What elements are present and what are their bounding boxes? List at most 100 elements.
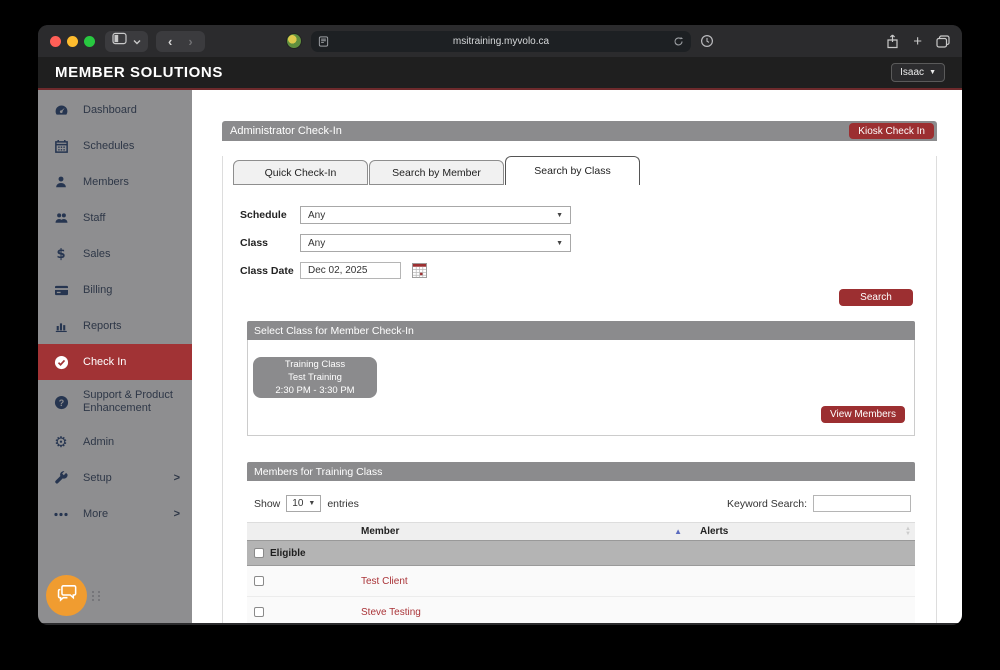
sidebar-item-label: Support & Product Enhancement <box>83 389 173 414</box>
sidebar: Dashboard Schedules Members Staff $ Sale… <box>38 90 192 623</box>
wrench-icon <box>53 471 69 485</box>
sidebar-item-check-in[interactable]: Check In <box>38 344 192 380</box>
search-button[interactable]: Search <box>839 289 913 306</box>
sidebar-item-billing[interactable]: Billing <box>38 272 192 308</box>
section-title: Select Class for Member Check-In <box>254 324 414 337</box>
chat-drag-handle[interactable] <box>92 591 104 603</box>
sort-ascending-icon[interactable]: ▲ <box>674 527 682 536</box>
tab-overview-icon[interactable] <box>936 34 950 48</box>
class-card-time: 2:30 PM - 3:30 PM <box>275 385 355 396</box>
select-class-section: Select Class for Member Check-In Trainin… <box>247 321 915 436</box>
sort-idle-icon[interactable]: ▲ ▼ <box>905 526 911 537</box>
chat-widget-button[interactable] <box>46 575 87 616</box>
credit-card-icon <box>53 284 69 297</box>
row-checkbox[interactable] <box>254 576 264 586</box>
schedule-select-value: Any <box>308 209 326 221</box>
member-name-link[interactable]: Test Client <box>361 576 408 587</box>
sidebar-item-support[interactable]: ? Support & Product Enhancement <box>38 380 192 424</box>
sidebar-item-reports[interactable]: Reports <box>38 308 192 344</box>
minimize-window-button[interactable] <box>67 35 78 47</box>
sidebar-item-more[interactable]: More > <box>38 496 192 532</box>
check-circle-icon <box>53 355 69 370</box>
sidebar-toggle-icon <box>112 32 127 50</box>
chat-bubble-icon <box>57 584 77 607</box>
checkin-tabs: Quick Check-In Search by Member Search b… <box>233 156 936 185</box>
back-button[interactable]: ‹ <box>163 34 177 49</box>
table-controls: Show 10 ▼ entries Keyword Search: <box>247 481 915 522</box>
sidebar-item-label: Sales <box>83 248 111 260</box>
member-column-header[interactable]: Member <box>361 526 399 537</box>
keyword-search-input[interactable] <box>813 495 911 512</box>
ellipsis-icon <box>53 512 69 517</box>
calendar-picker-icon[interactable] <box>412 263 427 278</box>
sidebar-item-staff[interactable]: Staff <box>38 200 192 236</box>
eligible-group-checkbox[interactable] <box>254 548 264 558</box>
chevron-down-icon: ▼ <box>556 211 563 219</box>
app-header: MEMBER SOLUTIONS Isaac ▼ <box>38 57 962 90</box>
user-name: Isaac <box>900 67 925 78</box>
chevron-right-icon: > <box>173 472 180 484</box>
chevron-down-icon: ▼ <box>308 500 316 507</box>
members-section: Members for Training Class Show 10 ▼ ent… <box>247 462 915 623</box>
admin-checkin-panel: Administrator Check-In Kiosk Check In Qu… <box>222 121 937 623</box>
close-window-button[interactable] <box>50 35 61 47</box>
sidebar-item-label: Setup <box>83 472 112 484</box>
main-content: Administrator Check-In Kiosk Check In Qu… <box>192 90 962 623</box>
sidebar-item-sales[interactable]: $ Sales <box>38 236 192 272</box>
new-tab-icon[interactable]: + <box>913 34 922 49</box>
sidebar-item-label: Staff <box>83 212 106 224</box>
sidebar-item-admin[interactable]: ⚙ Admin <box>38 424 192 460</box>
class-label: Class <box>240 237 269 249</box>
table-row: Test Client <box>247 566 915 597</box>
member-icon <box>53 175 69 189</box>
table-header-row: Member ▲ Alerts ▲ ▼ <box>247 522 915 541</box>
chevron-right-icon: > <box>173 508 180 520</box>
address-bar[interactable]: msitraining.myvolo.ca <box>311 30 691 52</box>
schedule-select[interactable]: Any ▼ <box>300 206 571 224</box>
view-members-button[interactable]: View Members <box>821 406 905 423</box>
user-menu-button[interactable]: Isaac ▼ <box>891 63 945 82</box>
sidebar-item-schedules[interactable]: Schedules <box>38 128 192 164</box>
panel-header: Administrator Check-In Kiosk Check In <box>222 121 937 141</box>
browser-toolbar: ‹ › msitraining.myvolo.ca + <box>38 25 962 57</box>
dollar-icon: $ <box>56 246 66 262</box>
tab-search-by-class[interactable]: Search by Class <box>505 156 640 185</box>
staff-icon <box>53 211 69 225</box>
reload-icon[interactable] <box>673 36 684 47</box>
browser-window: ‹ › msitraining.myvolo.ca + MEMBER SOLUT… <box>38 25 962 625</box>
member-name-link[interactable]: Steve Testing <box>361 607 421 618</box>
select-class-section-header: Select Class for Member Check-In <box>247 321 915 340</box>
brand-logo: MEMBER SOLUTIONS <box>55 64 223 81</box>
share-icon[interactable] <box>886 34 899 49</box>
class-select-value: Any <box>308 237 326 249</box>
zoom-window-button[interactable] <box>84 35 95 47</box>
tab-quick-check-in[interactable]: Quick Check-In <box>233 160 368 185</box>
forward-button[interactable]: › <box>183 34 197 49</box>
page-length-select[interactable]: 10 ▼ <box>286 495 322 512</box>
history-nav: ‹ › <box>156 30 205 52</box>
class-card[interactable]: Training Class Test Training 2:30 PM - 3… <box>253 357 377 398</box>
extension-icon[interactable] <box>286 33 302 49</box>
class-date-label: Class Date <box>240 264 294 277</box>
chevron-down-icon: ▼ <box>929 69 936 76</box>
kiosk-check-in-button[interactable]: Kiosk Check In <box>849 123 934 139</box>
page-format-icon[interactable] <box>318 35 329 47</box>
sidebar-item-label: Billing <box>83 284 113 296</box>
alerts-column-header[interactable]: Alerts <box>700 526 728 537</box>
sidebar-item-label: Members <box>83 176 129 188</box>
tab-search-by-member[interactable]: Search by Member <box>369 160 504 185</box>
svg-text:?: ? <box>58 397 63 407</box>
class-select[interactable]: Any ▼ <box>300 234 571 252</box>
class-card-name: Training Class <box>284 359 346 370</box>
class-date-input[interactable]: Dec 02, 2025 <box>300 262 401 279</box>
row-checkbox[interactable] <box>254 607 264 617</box>
window-controls <box>50 35 95 47</box>
sidebar-toggle-button[interactable] <box>105 30 148 52</box>
chevron-down-icon: ▼ <box>556 239 563 247</box>
sidebar-item-setup[interactable]: Setup > <box>38 460 192 496</box>
sidebar-item-dashboard[interactable]: Dashboard <box>38 92 192 128</box>
eligible-group-row: Eligible <box>247 541 915 566</box>
gear-icon: ⚙ <box>54 433 68 451</box>
sidebar-item-members[interactable]: Members <box>38 164 192 200</box>
history-clock-icon[interactable] <box>700 34 714 48</box>
